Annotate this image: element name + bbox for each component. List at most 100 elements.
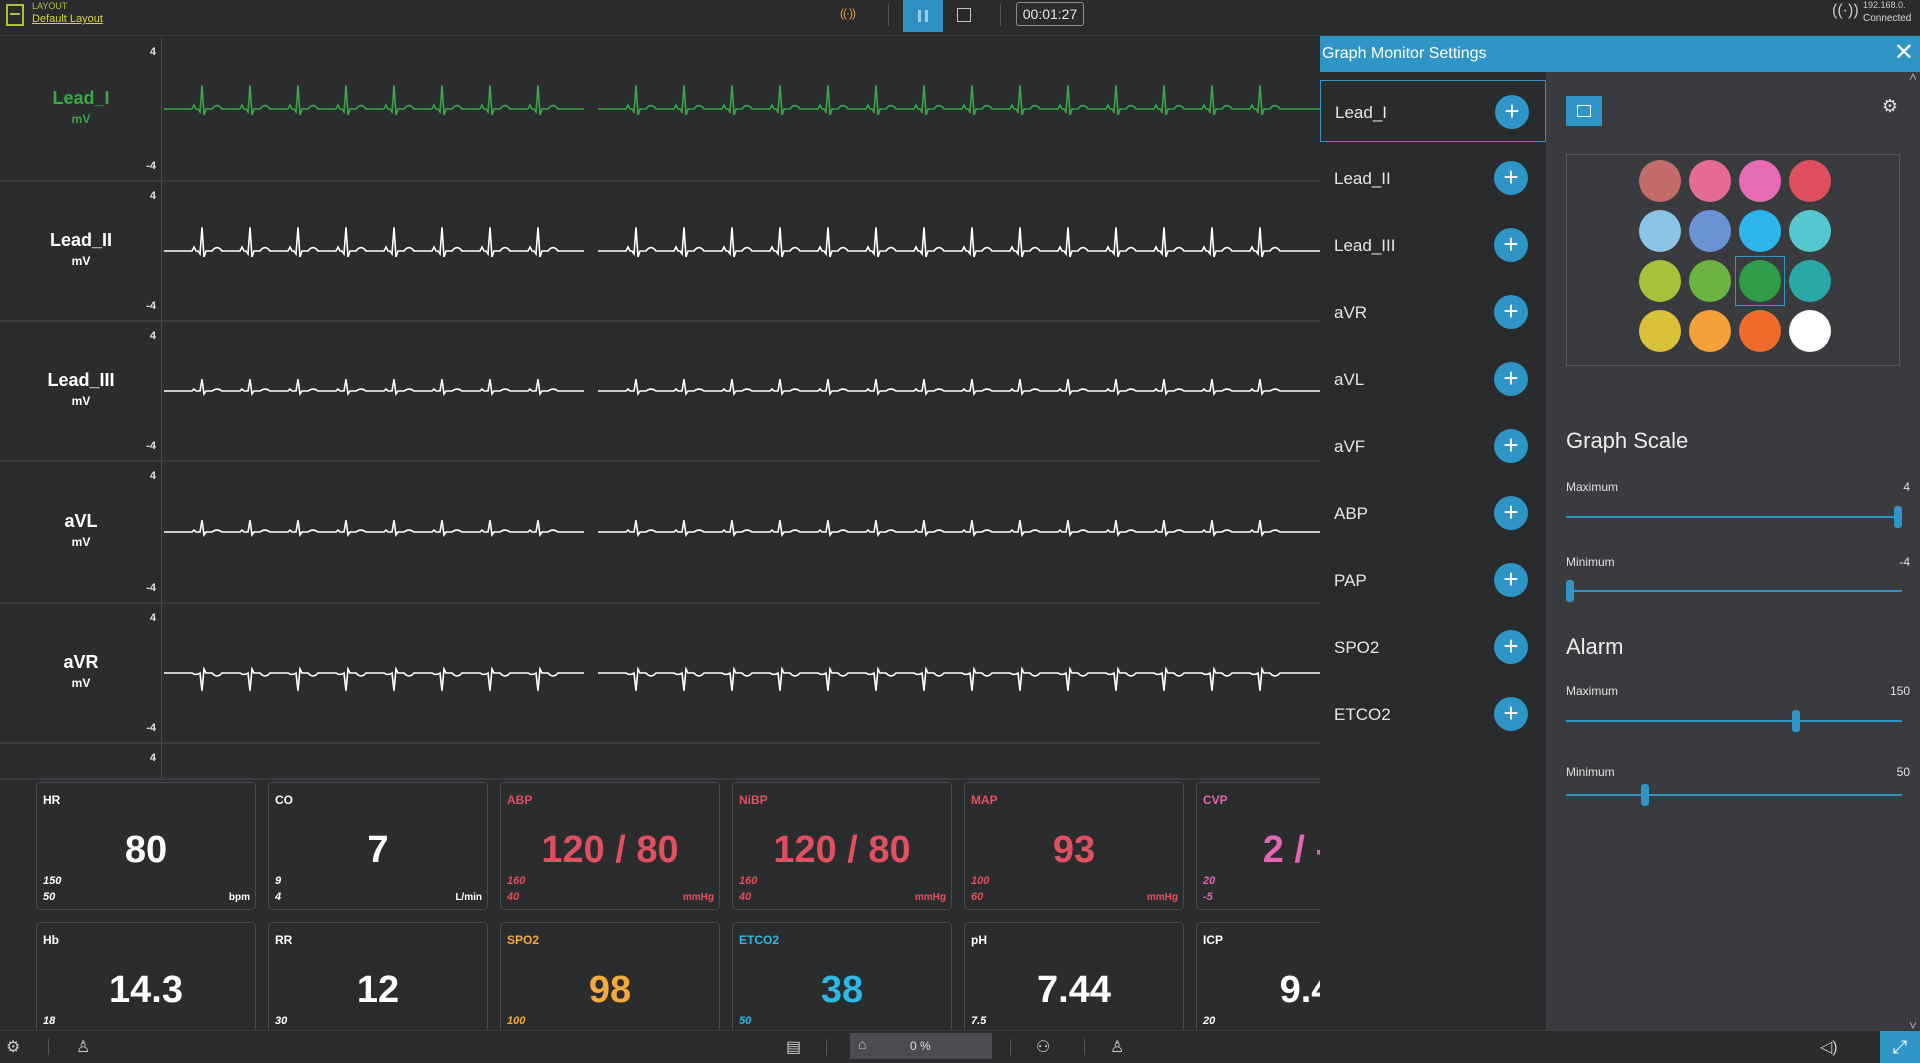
tile-name: ABP [507, 793, 533, 807]
add-icon[interactable]: + [1494, 228, 1528, 262]
parameter-item[interactable]: Lead_III + [1320, 214, 1546, 276]
vital-tile[interactable]: HR 80 150 50 bpm [36, 782, 256, 910]
graph-row[interactable]: 4 [0, 744, 1320, 780]
graph-row[interactable]: Lead_I mV 4 -4 [0, 38, 1320, 182]
settings-icon[interactable]: ⚙ [6, 1037, 20, 1057]
ecg-waveform [164, 227, 1320, 258]
toolbar-divider [1084, 1039, 1085, 1055]
add-icon[interactable]: + [1494, 295, 1528, 329]
graph-label-panel: 4 [0, 744, 162, 778]
parameter-item[interactable]: aVL + [1320, 348, 1546, 410]
people-icon[interactable]: ⚇ [1036, 1037, 1050, 1057]
color-swatch[interactable] [1689, 210, 1731, 252]
vital-tile[interactable]: SPO2 98 100 [500, 922, 720, 1030]
image-icon[interactable] [1566, 96, 1602, 126]
vital-tile[interactable]: CVP 2 / -2 20 -5 [1196, 782, 1320, 910]
tile-alarm-high: 100 [971, 875, 990, 887]
tile-unit: mmHg [1146, 892, 1178, 903]
graph-row[interactable]: aVR mV 4 -4 [0, 604, 1320, 744]
graph-scale-max: 4 [149, 46, 156, 58]
pause-button[interactable] [903, 0, 943, 32]
slider-thumb[interactable] [1792, 710, 1801, 732]
parameter-item[interactable]: aVF + [1320, 415, 1546, 477]
ecg-waveform [164, 666, 1320, 691]
color-swatch[interactable] [1689, 160, 1731, 202]
add-icon[interactable]: + [1494, 630, 1528, 664]
color-swatch[interactable] [1789, 210, 1831, 252]
vital-tile[interactable]: CO 7 9 4 L/min [268, 782, 488, 910]
layout-name-link[interactable]: Default Layout [32, 13, 103, 25]
expand-icon[interactable]: ⤢ [1880, 1031, 1920, 1063]
parameter-item[interactable]: Lead_II + [1320, 147, 1546, 209]
color-swatch[interactable] [1639, 260, 1681, 302]
color-swatch[interactable] [1639, 160, 1681, 202]
add-icon[interactable]: + [1494, 362, 1528, 396]
parameter-item[interactable]: ABP + [1320, 482, 1546, 544]
layout-icon[interactable] [6, 4, 24, 26]
add-icon[interactable]: + [1495, 95, 1529, 129]
add-icon[interactable]: + [1494, 697, 1528, 731]
add-icon[interactable]: + [1494, 496, 1528, 530]
tile-value: 2 / -2 [1262, 829, 1320, 871]
scale-max-slider[interactable] [1566, 506, 1902, 528]
parameter-item[interactable]: aVR + [1320, 281, 1546, 343]
parameter-item[interactable]: SPO2 + [1320, 616, 1546, 678]
vital-tile[interactable]: Hb 14.3 18 [36, 922, 256, 1030]
user-icon[interactable]: ♙ [1110, 1037, 1124, 1057]
tile-alarm-high: 9 [275, 875, 282, 887]
scale-min-slider[interactable] [1566, 580, 1902, 602]
tile-value: 14.3 [109, 969, 183, 1011]
color-swatch[interactable] [1639, 310, 1681, 352]
connection-status: Connected [1863, 13, 1912, 24]
slider-thumb[interactable] [1641, 784, 1650, 806]
graph-row[interactable]: aVL mV 4 -4 [0, 462, 1320, 604]
graph-scale-min: -4 [146, 722, 156, 734]
vital-tile[interactable]: ABP 120 / 80 160 40 mmHg [500, 782, 720, 910]
scale-max-value: 4 [1903, 480, 1910, 494]
speaker-icon[interactable]: ◁) [1820, 1037, 1838, 1057]
color-swatch[interactable] [1739, 210, 1781, 252]
panel-title: Graph Monitor Settings [1322, 45, 1487, 62]
stop-button[interactable] [957, 8, 971, 22]
add-icon[interactable]: + [1494, 429, 1528, 463]
tile-value: 38 [820, 969, 864, 1011]
add-icon[interactable]: + [1494, 563, 1528, 597]
toolbar-divider [1010, 1039, 1011, 1055]
color-swatch[interactable] [1689, 310, 1731, 352]
vital-tile[interactable]: ETCO2 38 50 [732, 922, 952, 1030]
color-swatch[interactable] [1739, 310, 1781, 352]
graph-row[interactable]: Lead_II mV 4 -4 [0, 182, 1320, 322]
parameter-item[interactable]: ETCO2 + [1320, 683, 1546, 745]
parameter-item[interactable]: PAP + [1320, 549, 1546, 611]
tile-alarm-high: 20 [1203, 1015, 1216, 1027]
close-icon[interactable]: ✕ [1894, 39, 1914, 67]
alarm-max-slider[interactable] [1566, 710, 1902, 732]
gear-icon[interactable]: ⚙ [1882, 96, 1898, 117]
graph-row[interactable]: Lead_III mV 4 -4 [0, 322, 1320, 462]
slider-thumb[interactable] [1566, 580, 1574, 602]
alarm-min-slider[interactable] [1566, 784, 1902, 806]
color-swatch[interactable] [1739, 160, 1781, 202]
color-swatch[interactable] [1789, 160, 1831, 202]
tile-name: pH [971, 933, 987, 947]
color-swatch[interactable] [1639, 210, 1681, 252]
parameter-item-label: Lead_III [1334, 236, 1396, 255]
vital-tile[interactable]: ICP 9.4 20 [1196, 922, 1320, 1030]
add-icon[interactable]: + [1494, 161, 1528, 195]
report-icon[interactable]: ▤ [786, 1037, 801, 1057]
vital-tile[interactable]: pH 7.44 7.5 [964, 922, 1184, 1030]
parameter-item[interactable]: Lead_I + [1320, 80, 1546, 142]
panel-scrollbar[interactable] [1910, 72, 1916, 1030]
color-swatch[interactable] [1789, 310, 1831, 352]
vital-tile[interactable]: NiBP 120 / 80 160 40 mmHg [732, 782, 952, 910]
graph-scale-min: -4 [146, 300, 156, 312]
color-palette [1566, 154, 1900, 366]
vital-tile[interactable]: MAP 93 100 60 mmHg [964, 782, 1184, 910]
color-swatch[interactable] [1689, 260, 1731, 302]
color-swatch[interactable] [1789, 260, 1831, 302]
slider-thumb[interactable] [1894, 506, 1902, 528]
vital-tile[interactable]: RR 12 30 [268, 922, 488, 1030]
tile-value: 120 / 80 [541, 829, 679, 871]
patient-icon[interactable]: ♙ [76, 1037, 90, 1057]
selected-swatch-outline [1735, 256, 1785, 306]
